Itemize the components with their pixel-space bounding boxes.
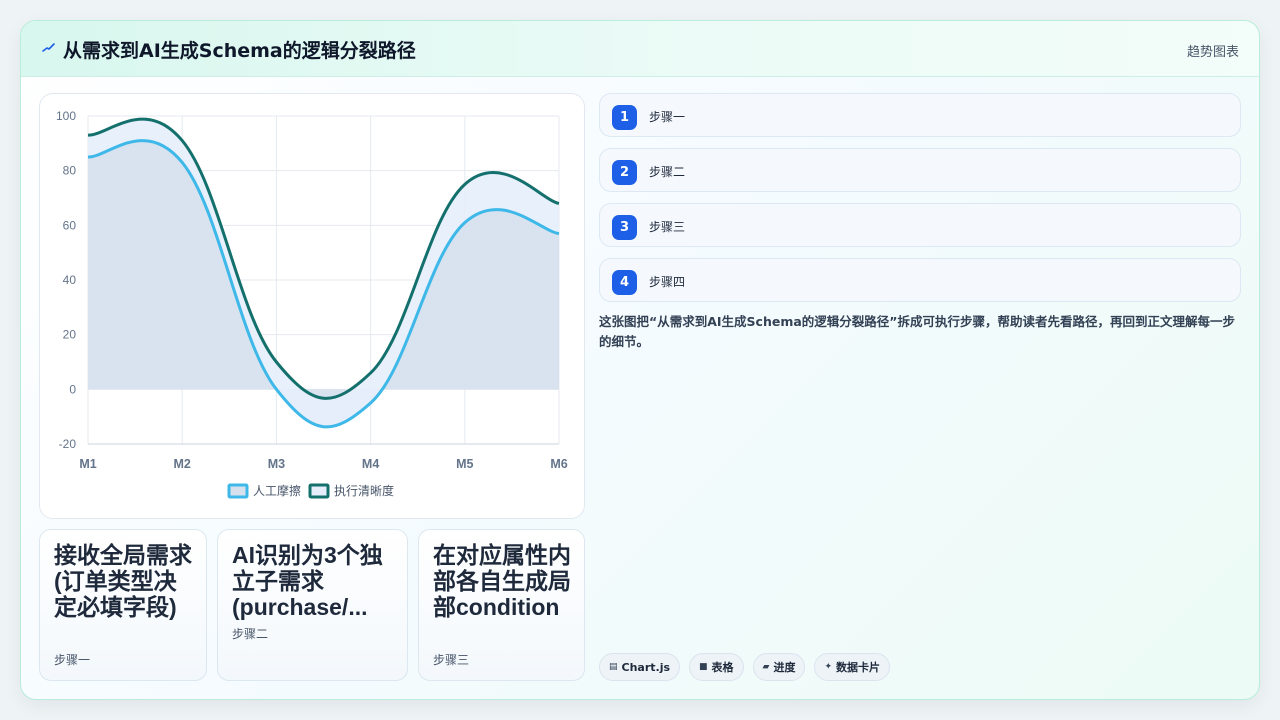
step-label: 步骤三 bbox=[649, 220, 686, 234]
x-tick-label: M1 bbox=[79, 457, 96, 471]
main-card: 从需求到AI生成Schema的逻辑分裂路径 趋势图表 -20 0 20 40 60 80 1… bbox=[20, 20, 1260, 700]
chip-label: 数据卡片 bbox=[836, 661, 881, 674]
trend-chart: -20 0 20 40 60 80 100 M1 M2 M3 M4 M5 M6 人工摩擦 执行清晰度 bbox=[56, 109, 568, 499]
y-tick-label: 20 bbox=[63, 328, 77, 342]
chip-table[interactable]: ■ 表格 bbox=[689, 653, 744, 681]
y-tick-label: 40 bbox=[63, 273, 77, 287]
legend-label: 人工摩擦 bbox=[253, 483, 301, 498]
step-item[interactable]: 1 步骤一 bbox=[599, 93, 1241, 137]
step-label: 步骤一 bbox=[649, 110, 686, 124]
summary-card-title: 接收全局需求(订单类型决定必填字段) bbox=[54, 542, 192, 620]
chip-label: 进度 bbox=[773, 661, 796, 674]
step-item[interactable]: 2 步骤二 bbox=[599, 148, 1241, 192]
summary-card-title: 在对应属性内部各自生成局部condition bbox=[433, 542, 571, 620]
x-tick-label: M6 bbox=[550, 457, 567, 471]
summary-card-sub: 步骤二 bbox=[232, 627, 269, 641]
legend-label: 执行清晰度 bbox=[334, 483, 394, 498]
step-label: 步骤二 bbox=[649, 165, 686, 179]
y-tick-label: 0 bbox=[69, 382, 76, 396]
legend-swatch bbox=[227, 483, 249, 499]
summary-card-1: 接收全局需求(订单类型决定必填字段) 步骤一 bbox=[39, 529, 207, 681]
card-header: 从需求到AI生成Schema的逻辑分裂路径 趋势图表 bbox=[21, 21, 1259, 77]
chart-description: 这张图把“从需求到AI生成Schema的逻辑分裂路径”拆成可执行步骤，帮助读者先… bbox=[599, 314, 1236, 349]
y-tick-label: 80 bbox=[63, 164, 77, 178]
step-item[interactable]: 3 步骤三 bbox=[599, 203, 1241, 247]
x-tick-label: M3 bbox=[268, 457, 285, 471]
step-number-badge: 1 bbox=[612, 105, 637, 130]
chip-chartjs[interactable]: ▤ Chart.js bbox=[599, 653, 681, 681]
pulse-icon bbox=[42, 43, 55, 52]
step-list: 1 步骤一 2 步骤二 3 步骤三 4 步骤四 bbox=[599, 93, 1241, 313]
page-title: 从需求到AI生成Schema的逻辑分裂路径 bbox=[63, 40, 416, 62]
chart-icon: ▤ bbox=[609, 662, 618, 672]
step-number-badge: 4 bbox=[612, 270, 637, 295]
y-tick-label: 100 bbox=[56, 109, 76, 123]
header-tag: 趋势图表 bbox=[1186, 45, 1239, 60]
summary-card-sub: 步骤一 bbox=[54, 653, 91, 667]
x-tick-label: M2 bbox=[174, 457, 191, 471]
y-tick-label: -20 bbox=[59, 437, 77, 451]
progress-icon: ▰ bbox=[762, 662, 770, 672]
summary-card-2: AI识别为3个独立子需求(purchase/... 步骤二 bbox=[217, 529, 408, 681]
chart-panel: -20 0 20 40 60 80 100 M1 M2 M3 M4 M5 M6 人工摩擦 执行清晰度 bbox=[39, 93, 585, 519]
step-number-badge: 3 bbox=[612, 215, 637, 240]
summary-card-sub: 步骤三 bbox=[433, 653, 470, 667]
sparkle-icon: ✦ bbox=[824, 662, 833, 672]
chip-label: 表格 bbox=[711, 661, 734, 674]
summary-card-3: 在对应属性内部各自生成局部condition 步骤三 bbox=[418, 529, 585, 681]
feature-chips: ▤ Chart.js ■ 表格 ▰ 进度 ✦ 数据卡片 bbox=[599, 653, 891, 681]
summary-card-title: AI识别为3个独立子需求(purchase/... bbox=[232, 542, 383, 620]
chip-data-card[interactable]: ✦ 数据卡片 bbox=[814, 653, 891, 681]
x-tick-label: M4 bbox=[362, 457, 379, 471]
legend-swatch bbox=[308, 483, 330, 499]
step-label: 步骤四 bbox=[649, 275, 686, 289]
chip-label: Chart.js bbox=[621, 660, 671, 674]
chip-progress[interactable]: ▰ 进度 bbox=[752, 653, 806, 681]
step-number-badge: 2 bbox=[612, 160, 637, 185]
step-item[interactable]: 4 步骤四 bbox=[599, 258, 1241, 302]
y-tick-label: 60 bbox=[63, 218, 77, 232]
table-icon: ■ bbox=[699, 662, 708, 672]
x-tick-label: M5 bbox=[456, 457, 473, 471]
